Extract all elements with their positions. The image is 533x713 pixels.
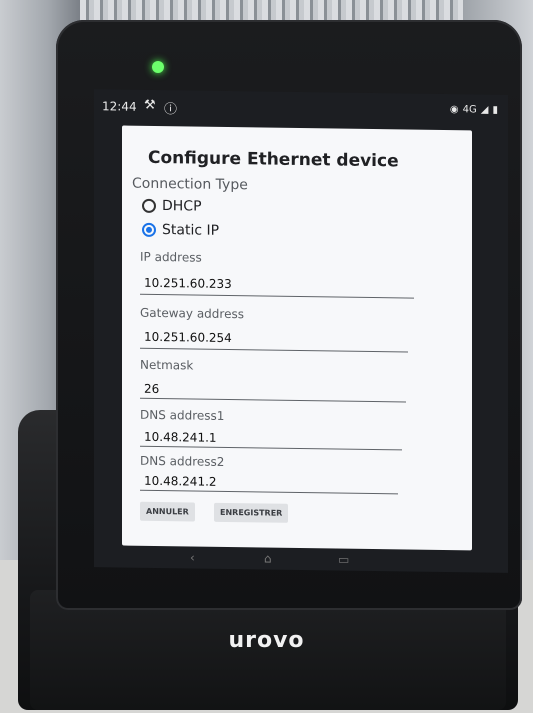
dns2-input[interactable]: 10.48.241.2 xyxy=(144,474,217,489)
info-icon: ⓘ xyxy=(164,102,178,118)
status-time: 12:44 xyxy=(102,99,137,114)
dns1-underline xyxy=(140,445,402,451)
device-screen: 12:44 ⚒ ⓘ ◉ 4G ◢ ▮ Configure Ethernet de… xyxy=(94,89,508,573)
connection-type-label: Connection Type xyxy=(132,175,248,194)
usb-debug-icon: ⚒ xyxy=(144,97,156,113)
ip-address-underline xyxy=(140,293,414,299)
recents-icon[interactable]: ▭ xyxy=(338,553,349,567)
radio-static-ip-circle[interactable] xyxy=(142,222,156,237)
dns1-input[interactable]: 10.48.241.1 xyxy=(144,430,217,445)
home-icon[interactable]: ⌂ xyxy=(264,551,272,565)
netmask-underline xyxy=(140,397,406,403)
status-bar: 12:44 ⚒ ⓘ ◉ 4G ◢ ▮ xyxy=(94,89,508,127)
radio-static-ip-label: Static IP xyxy=(162,222,220,239)
gateway-address-input[interactable]: 10.251.60.254 xyxy=(144,330,232,345)
network-type: 4G xyxy=(462,104,477,116)
netmask-label: Netmask xyxy=(140,357,194,373)
ethernet-config-dialog: Configure Ethernet device Connection Typ… xyxy=(122,125,472,551)
signal-icon: ◢ xyxy=(480,104,489,116)
dns2-underline xyxy=(140,489,398,495)
radio-dhcp-circle[interactable] xyxy=(142,198,156,213)
battery-icon: ▮ xyxy=(492,104,498,116)
cancel-button[interactable]: ANNULER xyxy=(140,501,195,522)
netmask-input[interactable]: 26 xyxy=(144,382,159,396)
radio-static-ip[interactable]: Static IP xyxy=(142,222,219,239)
save-button[interactable]: ENREGISTRER xyxy=(214,502,289,523)
sync-icon: ◉ xyxy=(449,104,459,116)
dialog-title: Configure Ethernet device xyxy=(148,147,399,172)
gateway-address-label: Gateway address xyxy=(140,305,244,322)
led-indicator xyxy=(152,61,164,73)
radio-dhcp[interactable]: DHCP xyxy=(142,198,202,215)
radio-dhcp-label: DHCP xyxy=(162,198,202,215)
gateway-address-underline xyxy=(140,347,408,353)
dns1-label: DNS address1 xyxy=(140,407,225,423)
status-right: ◉ 4G ◢ ▮ xyxy=(450,104,498,116)
brand-logo: urovo xyxy=(228,628,305,653)
ip-address-input[interactable]: 10.251.60.233 xyxy=(144,276,232,291)
ip-address-label: IP address xyxy=(140,249,202,265)
back-icon[interactable]: ‹ xyxy=(190,550,195,564)
dns2-label: DNS address2 xyxy=(140,453,225,469)
